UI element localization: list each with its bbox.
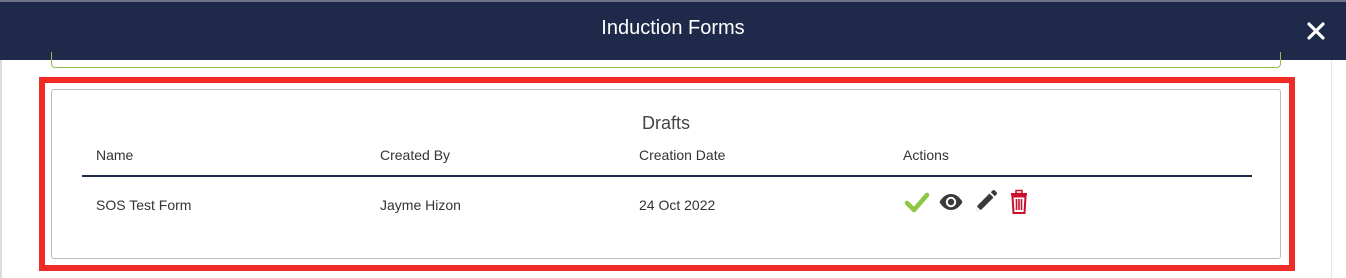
edit-pencil-icon[interactable] [972, 189, 998, 215]
column-header-actions: Actions [903, 147, 949, 163]
previous-panel-edge [51, 52, 1281, 68]
modal-left-edge [0, 60, 2, 278]
column-header-created-by: Created By [380, 147, 451, 163]
scrollbar-track[interactable] [1331, 60, 1346, 278]
view-eye-icon[interactable] [938, 189, 964, 215]
row-created-by: Jayme Hizon [380, 197, 461, 213]
modal-header: Induction Forms [0, 0, 1346, 60]
column-header-creation-date: Creation Date [639, 147, 726, 163]
row-actions [904, 188, 1032, 216]
modal-title: Induction Forms [601, 17, 745, 39]
drafts-panel: Drafts Name Created By Creation Date Act… [51, 89, 1281, 259]
row-creation-date: 24 Oct 2022 [639, 197, 716, 213]
delete-trash-icon[interactable] [1006, 189, 1032, 215]
row-name: SOS Test Form [96, 197, 192, 213]
close-icon[interactable] [1304, 19, 1328, 43]
table-header-divider [82, 175, 1252, 177]
column-header-name: Name [96, 147, 134, 163]
approve-check-icon[interactable] [904, 189, 930, 215]
drafts-title: Drafts [641, 113, 690, 133]
